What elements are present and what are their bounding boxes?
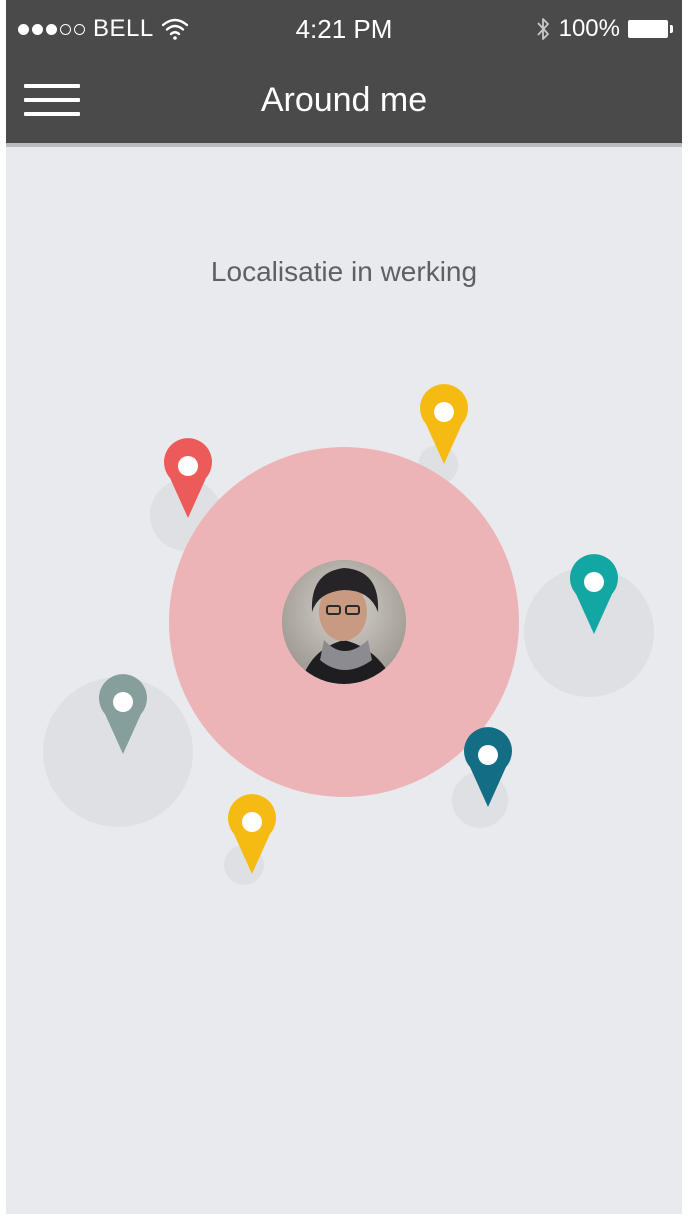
radar-map	[43, 384, 654, 885]
phone-screen: BELL 4:21 PM 100% Around me Localisatie …	[6, 0, 682, 1214]
